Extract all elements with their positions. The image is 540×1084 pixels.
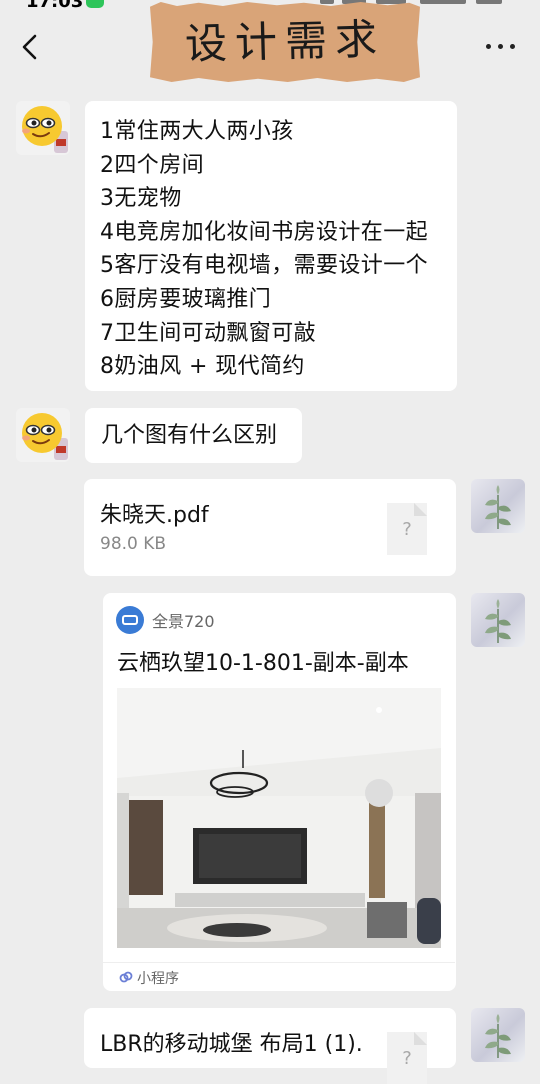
file-message-layout[interactable]: LBR的移动城堡 布局1 (1). ? (84, 1008, 456, 1084)
message-text: 几个图有什么区别 (101, 423, 278, 448)
requirement-line: 1常住两大人两小孩 (100, 119, 294, 144)
message-bubble-question[interactable]: 几个图有什么区别 (85, 408, 302, 463)
emoji-face-icon (22, 413, 68, 460)
plant-avatar-icon (485, 599, 511, 643)
mini-program-icon (119, 971, 133, 983)
requirement-line: 3无宠物 (100, 186, 182, 212)
back-button[interactable] (16, 24, 56, 70)
requirement-line: 2四个房间 (100, 152, 204, 178)
requirement-line: 4电竞房加化妆间书房设计在一起 (100, 219, 428, 245)
preview-image[interactable] (117, 688, 441, 948)
plant-avatar-icon (485, 485, 511, 529)
more-button[interactable] (478, 30, 526, 62)
plant-avatar-icon (485, 1014, 511, 1058)
file-name: 朱晓天.pdf (100, 503, 209, 528)
my-avatar[interactable] (471, 479, 525, 533)
requirement-line: 6厨房要玻璃推门 (100, 286, 272, 312)
status-time: 17:03 (26, 0, 84, 12)
requirement-line: 5客厅没有电视墙，需要设计一个 (100, 253, 428, 279)
file-type-icon: ? (387, 1032, 427, 1084)
requirements-list: 1常住两大人两小孩 2四个房间 3无宠物 4电竞房加化妆间书房设计在一起 5客厅… (100, 115, 445, 384)
contact-avatar[interactable] (16, 101, 70, 155)
quanjing-logo-icon (116, 606, 144, 634)
file-message-pdf[interactable]: 朱晓天.pdf 98.0 KB ? (84, 479, 456, 576)
contact-avatar[interactable] (16, 408, 70, 462)
requirement-line: 7卫生间可动飘窗可敲 (100, 320, 316, 346)
chevron-left-icon (22, 34, 37, 60)
more-icon (486, 44, 491, 49)
file-size: 98.0 KB (100, 534, 167, 554)
file-type-icon: ? (387, 503, 427, 555)
title-tape: 设计需求 (150, 2, 420, 82)
my-avatar[interactable] (471, 593, 525, 647)
emoji-face-icon (22, 106, 68, 153)
mini-program-footer: 小程序 (137, 971, 179, 987)
my-avatar[interactable] (471, 1008, 525, 1062)
mini-program-app-name: 全景720 (152, 612, 215, 631)
wechat-status-icon (86, 0, 104, 8)
requirement-line: 8奶油风 + 现代简约 (100, 354, 305, 380)
status-icons (320, 0, 510, 4)
mini-program-title: 云栖玖望10-1-801-副本-副本 (117, 651, 409, 676)
living-room-image (117, 688, 441, 948)
file-name: LBR的移动城堡 布局1 (1). (100, 1032, 363, 1057)
card-divider (103, 962, 455, 963)
page-title: 设计需求 (184, 14, 386, 69)
